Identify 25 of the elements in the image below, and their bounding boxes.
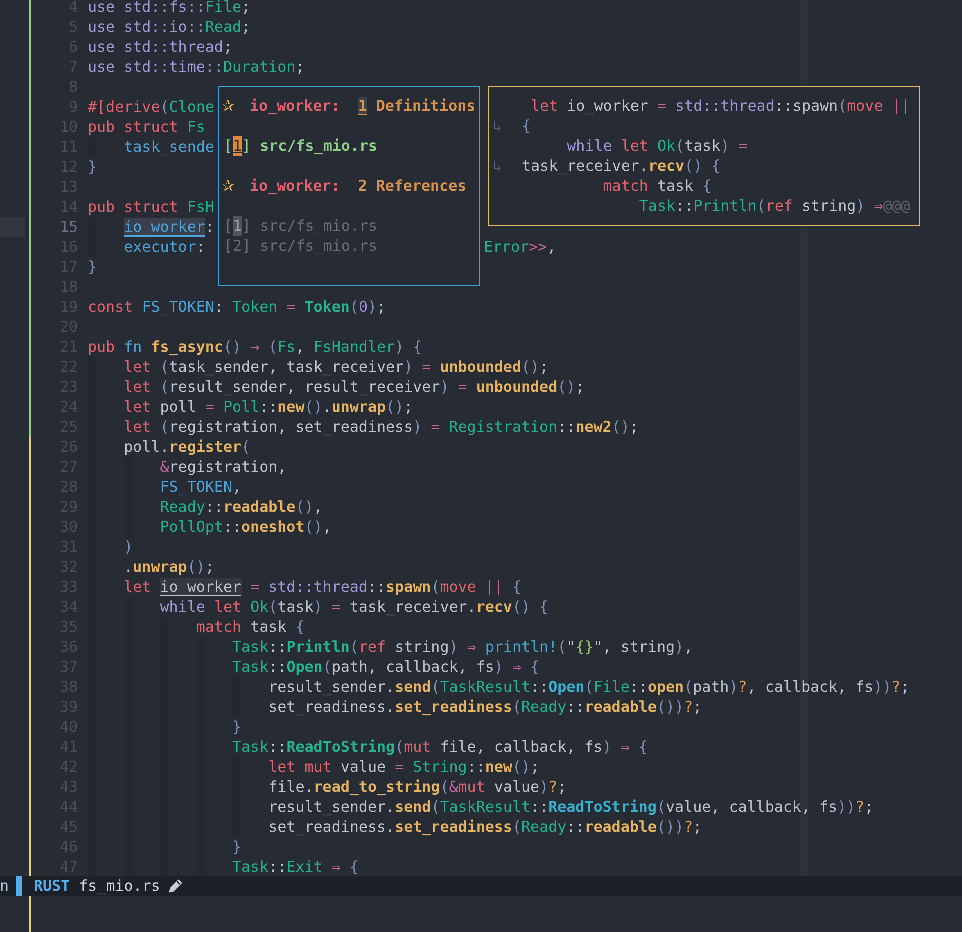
star-icon: ✰	[222, 96, 242, 116]
result-item[interactable]: [1] src/fs_mio.rs	[222, 136, 476, 156]
language-label: RUST	[34, 877, 70, 895]
result-count: 1	[358, 97, 368, 115]
symbol-name: io_worker:	[250, 176, 340, 196]
file-name: fs_mio.rs	[79, 877, 160, 895]
star-icon: ✰	[222, 176, 242, 196]
code-line: match task {	[602, 176, 712, 196]
mode-indicator	[16, 876, 22, 896]
wrap-marker: ↳	[493, 117, 502, 135]
section-label: Definitions	[376, 96, 476, 116]
line-number: 15	[58, 217, 79, 237]
symbol-name: io_worker:	[250, 96, 340, 116]
code-line: let io_worker = std::thread::spawn(move ||	[530, 96, 910, 116]
code-line: {	[522, 116, 532, 136]
mode-label: n	[0, 877, 10, 895]
result-item[interactable]: [1] src/fs_mio.rs	[222, 216, 476, 236]
section-label: References	[376, 176, 467, 196]
code-line: Error>>,	[484, 237, 556, 257]
result-item[interactable]: [2] src/fs_mio.rs	[222, 236, 476, 256]
wrap-marker: ↳	[493, 157, 502, 175]
code-line: task_receiver.recv() {	[522, 156, 721, 176]
result-count: 2	[358, 177, 368, 195]
code-line: while let Ok(task) =	[566, 136, 748, 156]
code-line: Task::Println(ref string) ⇒@@@	[638, 196, 910, 216]
